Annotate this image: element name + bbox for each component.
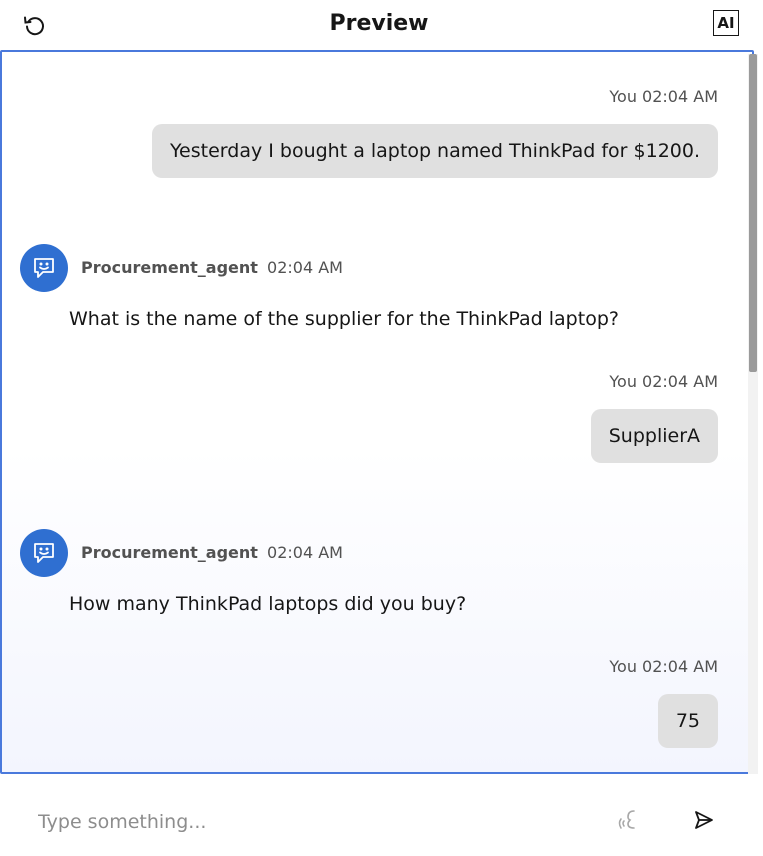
agent-name: Procurement_agent xyxy=(81,258,258,277)
sender-name: You xyxy=(609,87,637,106)
page-title: Preview xyxy=(329,11,429,36)
voice-input-button[interactable] xyxy=(616,806,644,834)
user-message-bubble: 75 xyxy=(657,694,718,748)
message-time: 02:04 AM xyxy=(267,543,343,562)
agent-message-meta: Procurement_agent 02:04 AM xyxy=(81,258,343,277)
agent-message-text: How many ThinkPad laptops did you buy? xyxy=(69,593,467,615)
agent-avatar xyxy=(20,244,68,292)
microphone-icon xyxy=(618,810,635,829)
agent-message-text: What is the name of the supplier for the… xyxy=(69,308,619,330)
user-message-meta: You 02:04 AM xyxy=(609,657,718,676)
sender-name: You xyxy=(609,657,637,676)
agent-avatar xyxy=(20,529,68,577)
user-message-bubble: SupplierA xyxy=(590,409,718,463)
sender-name: You xyxy=(609,372,637,391)
message-time: 02:04 AM xyxy=(267,258,343,277)
message-time: 02:04 AM xyxy=(642,657,718,676)
chatbot-icon xyxy=(34,258,54,278)
user-message-bubble: Yesterday I bought a laptop named ThinkP… xyxy=(151,124,718,178)
message-time: 02:04 AM xyxy=(642,372,718,391)
message-composer xyxy=(0,776,763,856)
user-message-meta: You 02:04 AM xyxy=(609,372,718,391)
message-input[interactable] xyxy=(38,811,578,833)
send-icon xyxy=(695,811,713,829)
agent-name: Procurement_agent xyxy=(81,543,258,562)
preview-header: Preview AI xyxy=(0,0,758,50)
chat-scrollbar[interactable] xyxy=(748,54,758,774)
user-message-meta: You 02:04 AM xyxy=(609,87,718,106)
chatbot-icon xyxy=(34,543,54,563)
agent-message-meta: Procurement_agent 02:04 AM xyxy=(81,543,343,562)
scrollbar-thumb[interactable] xyxy=(749,54,757,372)
send-button[interactable] xyxy=(690,806,718,834)
ai-badge[interactable]: AI xyxy=(713,10,739,36)
chat-transcript: You 02:04 AM Yesterday I bought a laptop… xyxy=(0,50,754,774)
message-time: 02:04 AM xyxy=(642,87,718,106)
